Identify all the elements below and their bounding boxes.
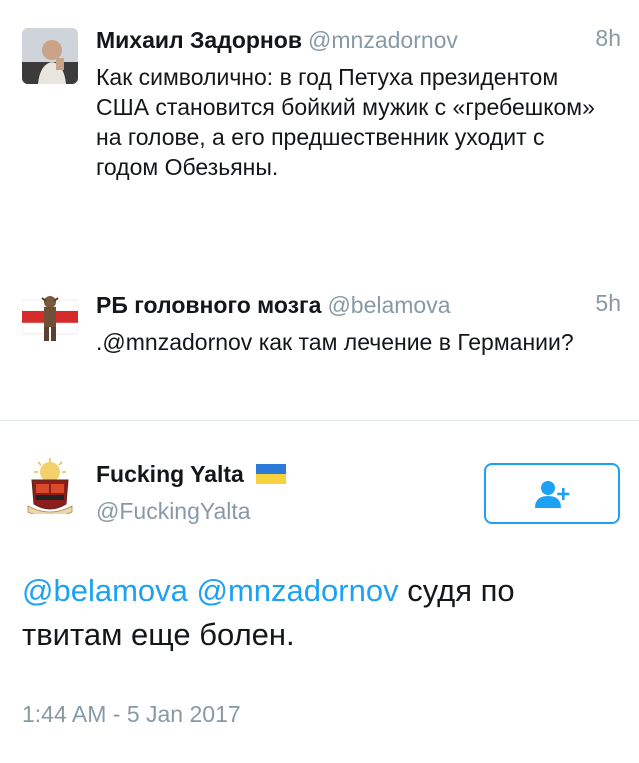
avatar[interactable] — [22, 290, 78, 346]
add-user-icon — [535, 480, 570, 508]
author-name[interactable]: РБ головного мозга — [96, 292, 321, 318]
tweet-time[interactable]: 8h — [595, 25, 621, 52]
ukraine-flag-icon — [256, 464, 287, 484]
author-name[interactable]: Михаил Задорнов — [96, 27, 302, 53]
author-handle[interactable]: @belamova — [327, 292, 450, 318]
tweet-timestamp[interactable]: 1:44 AM - 5 Jan 2017 — [22, 701, 241, 728]
tweet-text: @belamova @mnzadornov судя по твитам еще… — [22, 569, 599, 657]
tweet-time[interactable]: 5h — [595, 290, 621, 317]
main-tweet: Fucking Yalta @FuckingYalta @belamova @m… — [0, 421, 639, 763]
mention-link[interactable]: @mnzadornov — [197, 573, 399, 608]
author-handle[interactable]: @FuckingYalta — [96, 498, 251, 525]
mention-link[interactable]: @belamova — [22, 573, 188, 608]
author-name[interactable]: Fucking Yalta — [96, 461, 244, 487]
reply-tweet-2[interactable]: РБ головного мозга @belamova 5h .@mnzador… — [0, 260, 639, 420]
avatar[interactable] — [22, 28, 78, 84]
author-handle[interactable]: @mnzadornov — [308, 27, 458, 53]
tweet-text: Как символично: в год Петуха президентом… — [96, 64, 595, 180]
follow-button[interactable] — [484, 463, 620, 524]
avatar[interactable] — [22, 458, 78, 514]
tweet-text: .@mnzadornov как там лечение в Германии? — [96, 329, 574, 355]
reply-tweet-1[interactable]: Михаил Задорнов @mnzadornov 8h Как символ… — [0, 0, 639, 260]
